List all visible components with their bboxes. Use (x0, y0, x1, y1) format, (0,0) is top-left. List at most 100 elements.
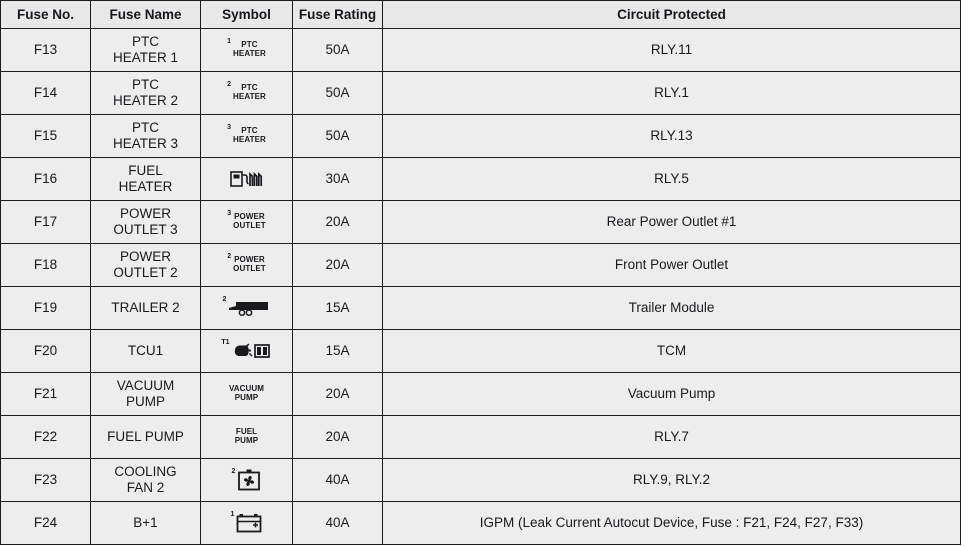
fuse-name-line: COOLING (114, 464, 177, 480)
cell-fuse-rating: 20A (292, 243, 383, 287)
cell-circuit-protected: TCM (382, 329, 961, 373)
column-header-fuse-name: Fuse Name (90, 0, 201, 29)
fuse-name-line: B+1 (133, 515, 158, 531)
ptc-heater-icon: PTC HEATER (233, 41, 266, 58)
table-row: F23 COOLING FAN 2 2 40A RLY.9, RLY.2 (0, 458, 961, 502)
symbol-wrapper: 2 PTC HEATER (205, 72, 288, 114)
column-header-fuse-no: Fuse No. (0, 0, 91, 29)
cell-symbol: T1 (200, 329, 293, 373)
fuse-table: Fuse No. Fuse Name Symbol Fuse Rating Ci… (0, 0, 961, 545)
symbol-superscript: 2 (222, 296, 227, 303)
cell-fuse-rating: 40A (292, 501, 383, 545)
cell-fuse-name: TCU1 (90, 329, 201, 373)
symbol-wrapper: 1 (205, 502, 288, 544)
fuse-name-line: HEATER 1 (112, 50, 178, 65)
table-body: F13 PTC HEATER 1 1 PTC HEATER 50A RLY.11 F14 PTC H… (0, 28, 961, 545)
cell-fuse-name: POWER OUTLET 3 (90, 200, 201, 244)
cell-symbol: 1 PTC HEATER (200, 28, 293, 72)
cell-circuit-protected: RLY.13 (382, 114, 961, 158)
vacuum-pump-icon: VACUUM PUMP (229, 385, 264, 402)
battery-icon (236, 513, 262, 533)
cell-fuse-rating: 40A (292, 458, 383, 502)
cell-symbol: FUEL PUMP (200, 415, 293, 459)
symbol-wrapper: 2 (205, 287, 288, 329)
cell-fuse-no: F18 (0, 243, 91, 287)
symbol-text-line: PUMP (234, 393, 259, 402)
fuse-name-line: PTC (132, 120, 159, 136)
transmission-control-icon (232, 342, 272, 360)
symbol-wrapper: VACUUM PUMP (205, 373, 288, 415)
fuse-name-line: HEATER 2 (112, 93, 178, 108)
cell-fuse-rating: 50A (292, 114, 383, 158)
cell-fuse-name: B+1 (90, 501, 201, 545)
cell-fuse-no: F21 (0, 372, 91, 416)
cell-fuse-rating: 50A (292, 71, 383, 115)
cell-fuse-rating: 20A (292, 415, 383, 459)
cell-symbol (200, 157, 293, 201)
fuse-name-line: VACUUM (116, 378, 175, 394)
table-row: F20 TCU1 T1 15A TCM (0, 329, 961, 373)
table-row: F22 FUEL PUMP FUEL PUMP 20A RLY.7 (0, 415, 961, 459)
table-row: F16 FUEL HEATER 30A RLY.5 (0, 157, 961, 201)
fuse-name-line: POWER (119, 249, 171, 265)
cell-fuse-no: F15 (0, 114, 91, 158)
table-header: Fuse No. Fuse Name Symbol Fuse Rating Ci… (0, 0, 961, 29)
fuse-name-line: FAN 2 (126, 480, 165, 495)
cell-fuse-no: F16 (0, 157, 91, 201)
cell-fuse-name: TRAILER 2 (90, 286, 201, 330)
ptc-heater-icon: PTC HEATER (233, 84, 266, 101)
cell-circuit-protected: IGPM (Leak Current Autocut Device, Fuse … (382, 501, 961, 545)
fuse-name-line: FUEL (128, 163, 163, 179)
cell-fuse-rating: 30A (292, 157, 383, 201)
cell-circuit-protected: RLY.7 (382, 415, 961, 459)
symbol-wrapper: 2 POWER OUTLET (205, 244, 288, 286)
table-row: F13 PTC HEATER 1 1 PTC HEATER 50A RLY.11 (0, 28, 961, 72)
cell-symbol: 2 (200, 458, 293, 502)
cell-fuse-name: FUEL HEATER (90, 157, 201, 201)
symbol-superscript: 3 (227, 124, 231, 131)
fuse-name-line: OUTLET 3 (113, 222, 178, 237)
table-row: F14 PTC HEATER 2 2 PTC HEATER 50A RLY.1 (0, 71, 961, 115)
fuse-name-line: TRAILER 2 (111, 300, 180, 316)
symbol-wrapper: 3 POWER OUTLET (205, 201, 288, 243)
cell-fuse-name: COOLING FAN 2 (90, 458, 201, 502)
table-row: F18 POWER OUTLET 2 2 POWER OUTLET 20A Front Pow… (0, 243, 961, 287)
symbol-superscript: 2 (231, 468, 236, 475)
ptc-heater-icon: PTC HEATER (233, 127, 266, 144)
fuse-name-line: PTC (132, 77, 159, 93)
fuse-name-line: PTC (132, 34, 159, 50)
fuse-name-line: HEATER (118, 179, 173, 194)
symbol-wrapper: 1 PTC HEATER (205, 29, 288, 71)
cell-fuse-no: F23 (0, 458, 91, 502)
trailer-icon (228, 299, 270, 317)
cell-circuit-protected: RLY.5 (382, 157, 961, 201)
cell-circuit-protected: Trailer Module (382, 286, 961, 330)
symbol-superscript: 3 (227, 210, 232, 217)
power-outlet-icon: POWER OUTLET (233, 256, 266, 273)
symbol-text-line: HEATER (233, 49, 266, 58)
cell-symbol: 1 (200, 501, 293, 545)
table-row: F21 VACUUM PUMP VACUUM PUMP 20A Vacuum Pump (0, 372, 961, 416)
cell-symbol: 2 (200, 286, 293, 330)
cell-symbol: 2 PTC HEATER (200, 71, 293, 115)
table-row: F19 TRAILER 2 2 15A Trailer Module (0, 286, 961, 330)
symbol-superscript: 2 (227, 81, 231, 88)
fuse-name-line: PUMP (125, 394, 165, 409)
cell-fuse-rating: 20A (292, 372, 383, 416)
cell-symbol: 3 POWER OUTLET (200, 200, 293, 244)
cell-fuse-no: F17 (0, 200, 91, 244)
symbol-text-line: OUTLET (233, 264, 266, 273)
cell-circuit-protected: RLY.11 (382, 28, 961, 72)
power-outlet-icon: POWER OUTLET (233, 213, 266, 230)
cell-symbol: 2 POWER OUTLET (200, 243, 293, 287)
cell-fuse-no: F20 (0, 329, 91, 373)
column-header-fuse-rating: Fuse Rating (292, 0, 383, 29)
cell-fuse-no: F14 (0, 71, 91, 115)
symbol-superscript: 2 (227, 253, 232, 260)
cell-fuse-rating: 15A (292, 286, 383, 330)
cell-fuse-name: VACUUM PUMP (90, 372, 201, 416)
fuse-name-line: POWER (119, 206, 171, 222)
cell-fuse-rating: 50A (292, 28, 383, 72)
symbol-wrapper (205, 158, 288, 200)
fuel-pump-icon: FUEL PUMP (235, 428, 259, 445)
